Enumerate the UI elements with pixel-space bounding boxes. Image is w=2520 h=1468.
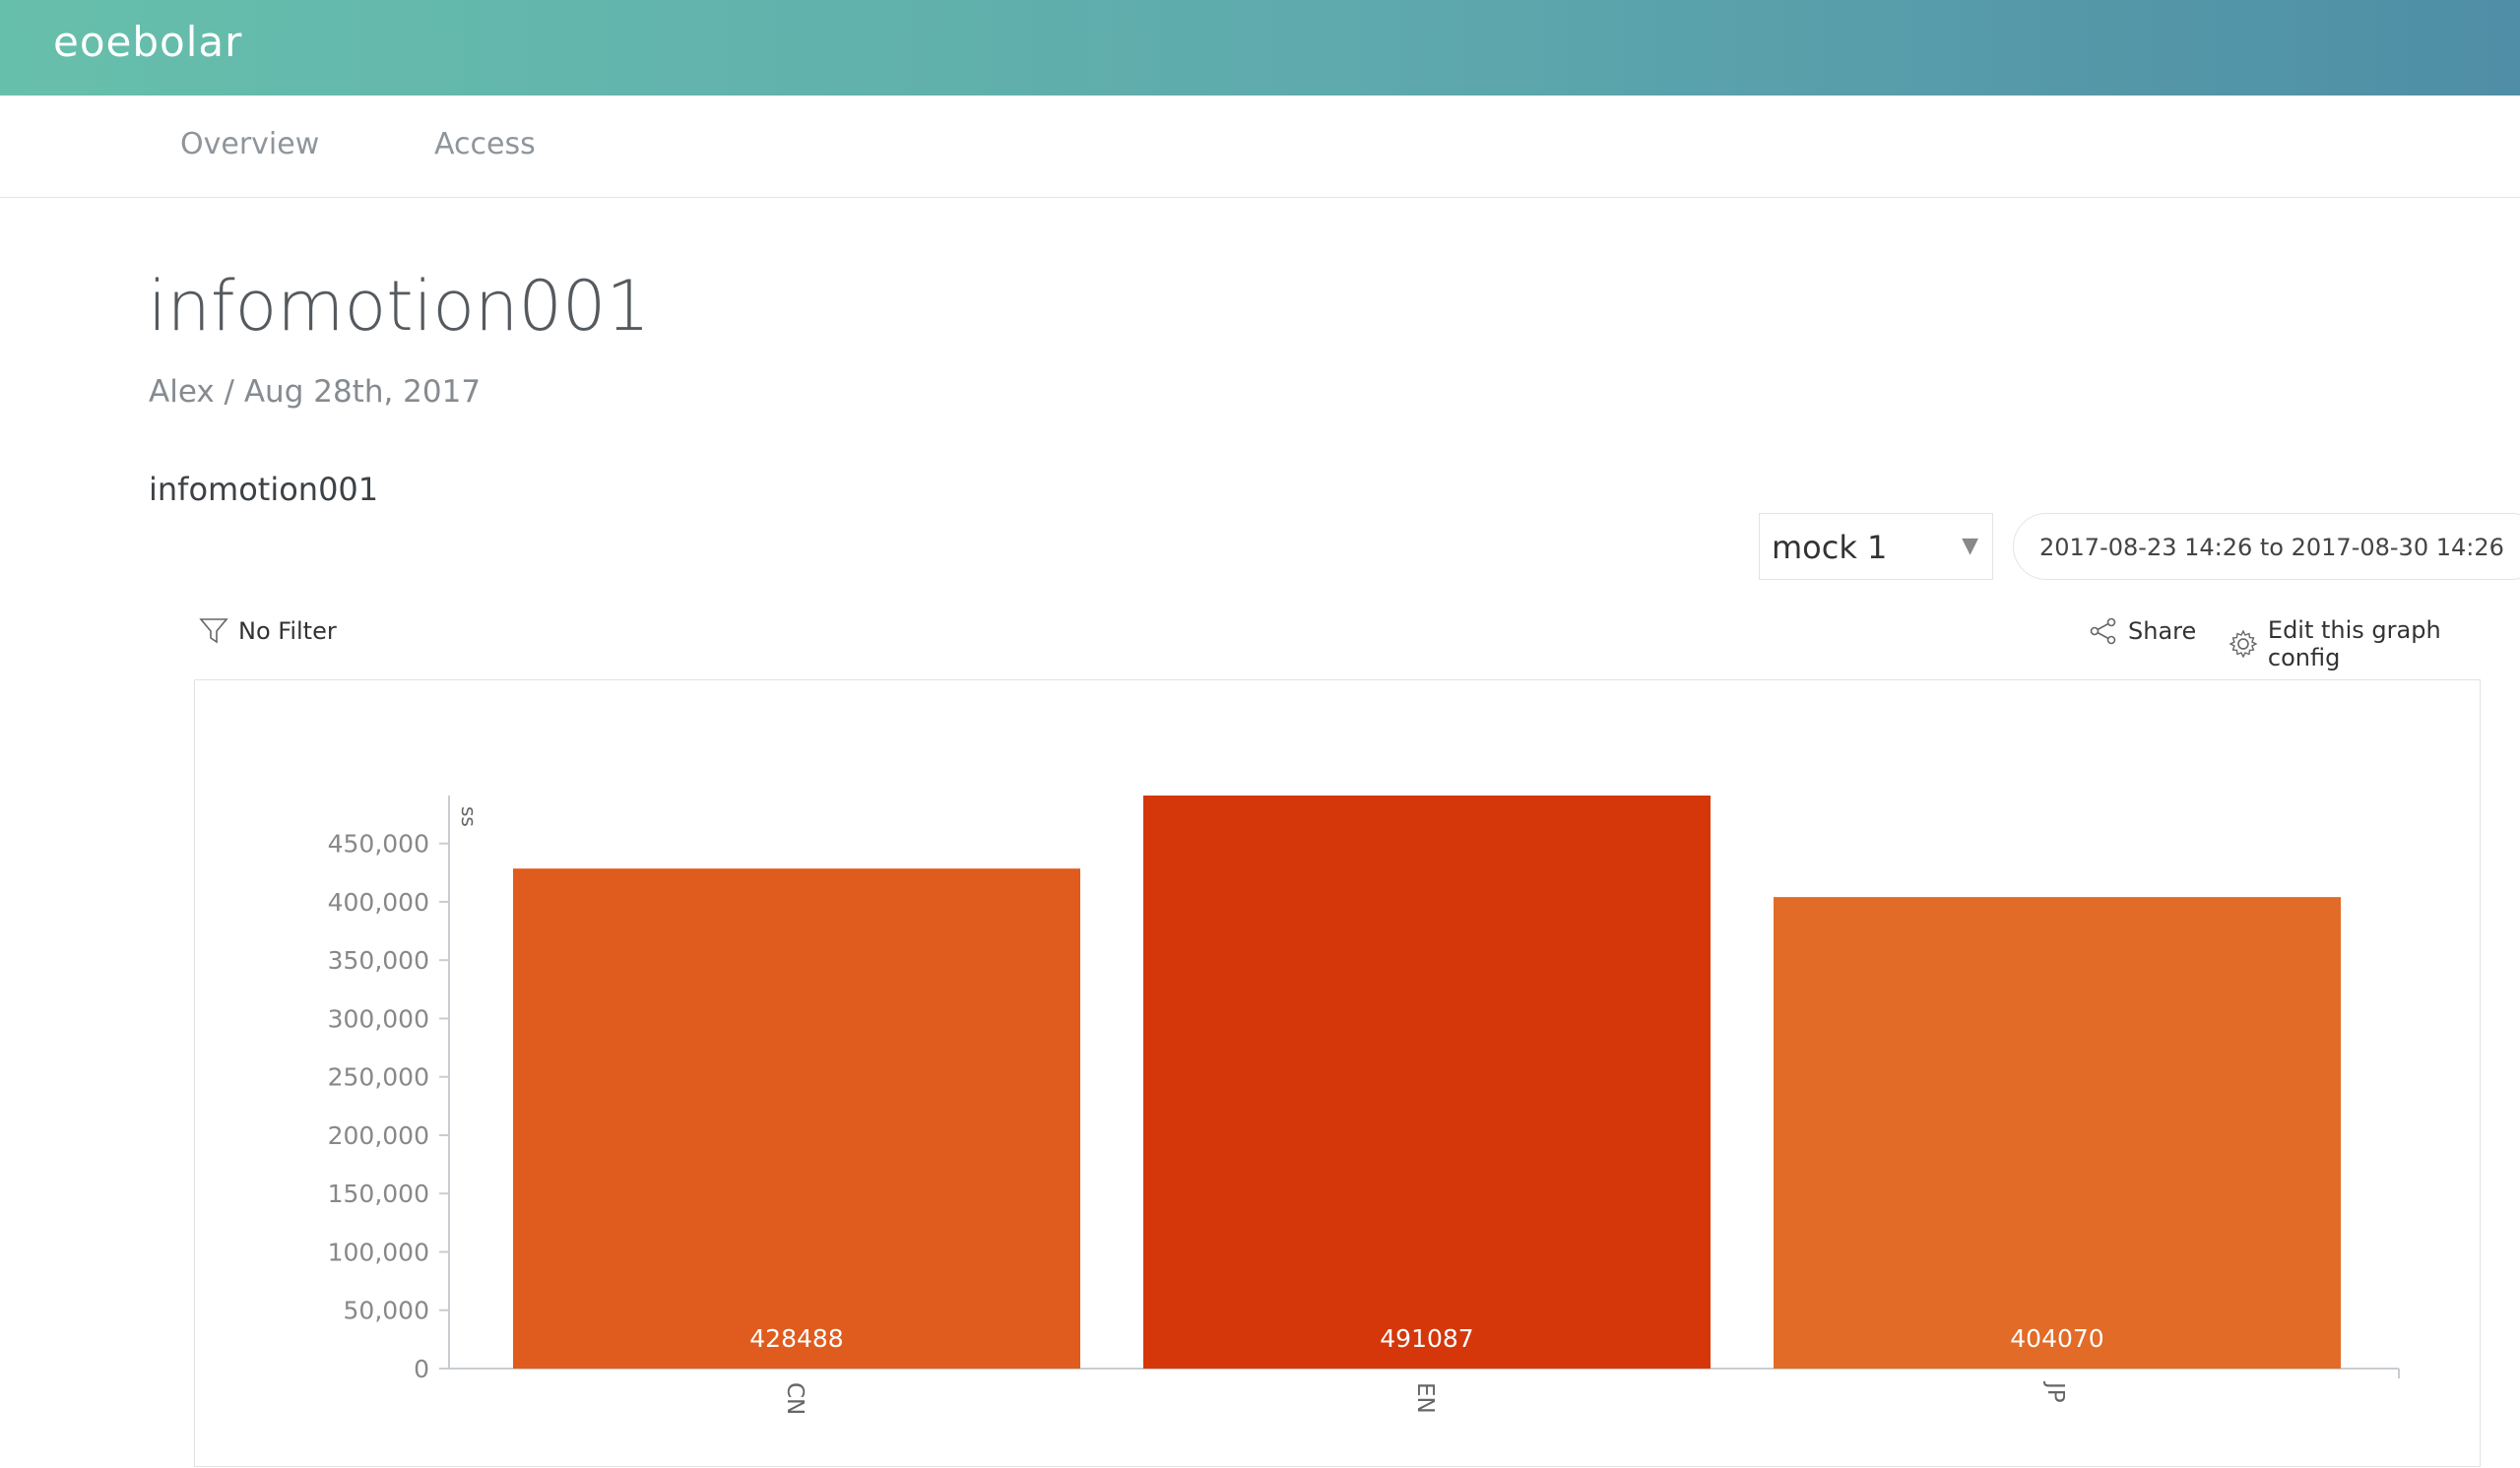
page-title: infomotion001 bbox=[148, 266, 650, 347]
share-label: Share bbox=[2128, 617, 2197, 645]
filter-icon bbox=[199, 618, 228, 644]
bar-en bbox=[1143, 796, 1711, 1369]
gear-icon bbox=[2229, 629, 2258, 659]
y-tick-label: 250,000 bbox=[328, 1063, 429, 1092]
y-tick-label: 400,000 bbox=[328, 888, 429, 917]
x-tick-label: JP bbox=[2042, 1380, 2068, 1403]
x-tick-label: CN bbox=[782, 1382, 808, 1415]
chart-container: 0 50,000 100,000 150,000 200,000 250,000 300,0… bbox=[194, 679, 2481, 1467]
y-axis-label: ss bbox=[457, 806, 481, 827]
graph-title: infomotion001 bbox=[149, 471, 379, 508]
filter-label: No Filter bbox=[238, 617, 337, 645]
share-button[interactable]: Share bbox=[2089, 616, 2196, 646]
dataset-select-value: mock 1 bbox=[1772, 529, 1888, 566]
app-logo[interactable]: eoebolar bbox=[53, 18, 242, 66]
bar-data-label: 404070 bbox=[2010, 1324, 2103, 1353]
app-header: eoebolar bbox=[0, 0, 2520, 96]
x-tick-label: EN bbox=[1412, 1382, 1438, 1414]
date-range-picker[interactable]: 2017-08-23 14:26 to 2017-08-30 14:26 bbox=[2013, 513, 2520, 580]
chevron-down-icon: ▼ bbox=[1962, 534, 1978, 558]
y-tick-label: 300,000 bbox=[328, 1004, 429, 1033]
filter-button[interactable]: No Filter bbox=[199, 616, 337, 646]
tab-access[interactable]: Access bbox=[434, 127, 536, 161]
author-date: Alex / Aug 28th, 2017 bbox=[149, 374, 482, 410]
bar-data-label: 491087 bbox=[1380, 1324, 1473, 1353]
date-range-text: 2017-08-23 14:26 to 2017-08-30 14:26 bbox=[2039, 534, 2504, 561]
edit-graph-config-label: Edit this graph config bbox=[2267, 616, 2441, 671]
y-tick-label: 350,000 bbox=[328, 946, 429, 975]
y-tick-label: 50,000 bbox=[344, 1297, 429, 1325]
y-tick-label: 150,000 bbox=[328, 1180, 429, 1208]
y-tick-label: 450,000 bbox=[328, 830, 429, 859]
y-tick-label: 200,000 bbox=[328, 1121, 429, 1150]
dataset-select[interactable]: mock 1 ▼ bbox=[1759, 513, 1993, 580]
edit-graph-config-button[interactable]: Edit this graph config bbox=[2229, 616, 2520, 671]
y-tick-label: 0 bbox=[414, 1355, 429, 1383]
tab-overview[interactable]: Overview bbox=[180, 127, 319, 161]
nav-tabs: Overview Access bbox=[0, 96, 2520, 198]
bar-chart: 0 50,000 100,000 150,000 200,000 250,000 300,0… bbox=[328, 796, 2400, 1415]
bar-jp bbox=[1774, 897, 2341, 1369]
share-icon bbox=[2090, 617, 2116, 645]
y-tick-label: 100,000 bbox=[328, 1238, 429, 1266]
bar-cn bbox=[513, 868, 1080, 1369]
bar-data-label: 428488 bbox=[749, 1324, 843, 1353]
